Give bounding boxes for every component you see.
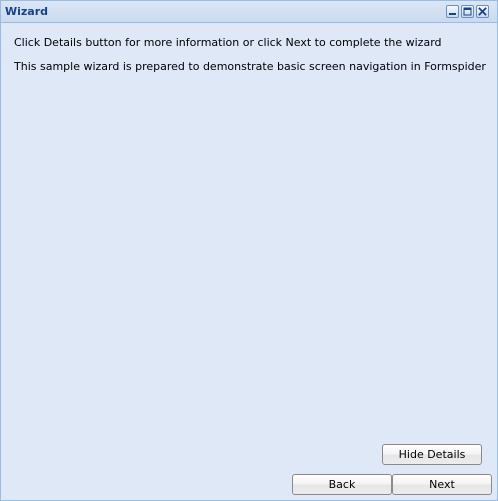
maximize-button[interactable]: [461, 5, 474, 18]
back-button[interactable]: Back: [292, 474, 392, 495]
minimize-button[interactable]: [446, 5, 459, 18]
close-button[interactable]: [476, 5, 489, 18]
next-button[interactable]: Next: [392, 474, 492, 495]
instruction-text: Click Details button for more informatio…: [14, 36, 442, 49]
wizard-window: Wizard Click Details button for more inf…: [0, 0, 498, 501]
minimize-icon: [449, 13, 456, 15]
description-text: This sample wizard is prepared to demons…: [14, 60, 486, 73]
wizard-content: Click Details button for more informatio…: [1, 23, 497, 500]
close-icon: [478, 7, 487, 16]
hide-details-button[interactable]: Hide Details: [382, 444, 482, 465]
window-titlebar[interactable]: Wizard: [1, 1, 497, 23]
maximize-icon: [463, 7, 472, 16]
window-title: Wizard: [5, 5, 49, 18]
